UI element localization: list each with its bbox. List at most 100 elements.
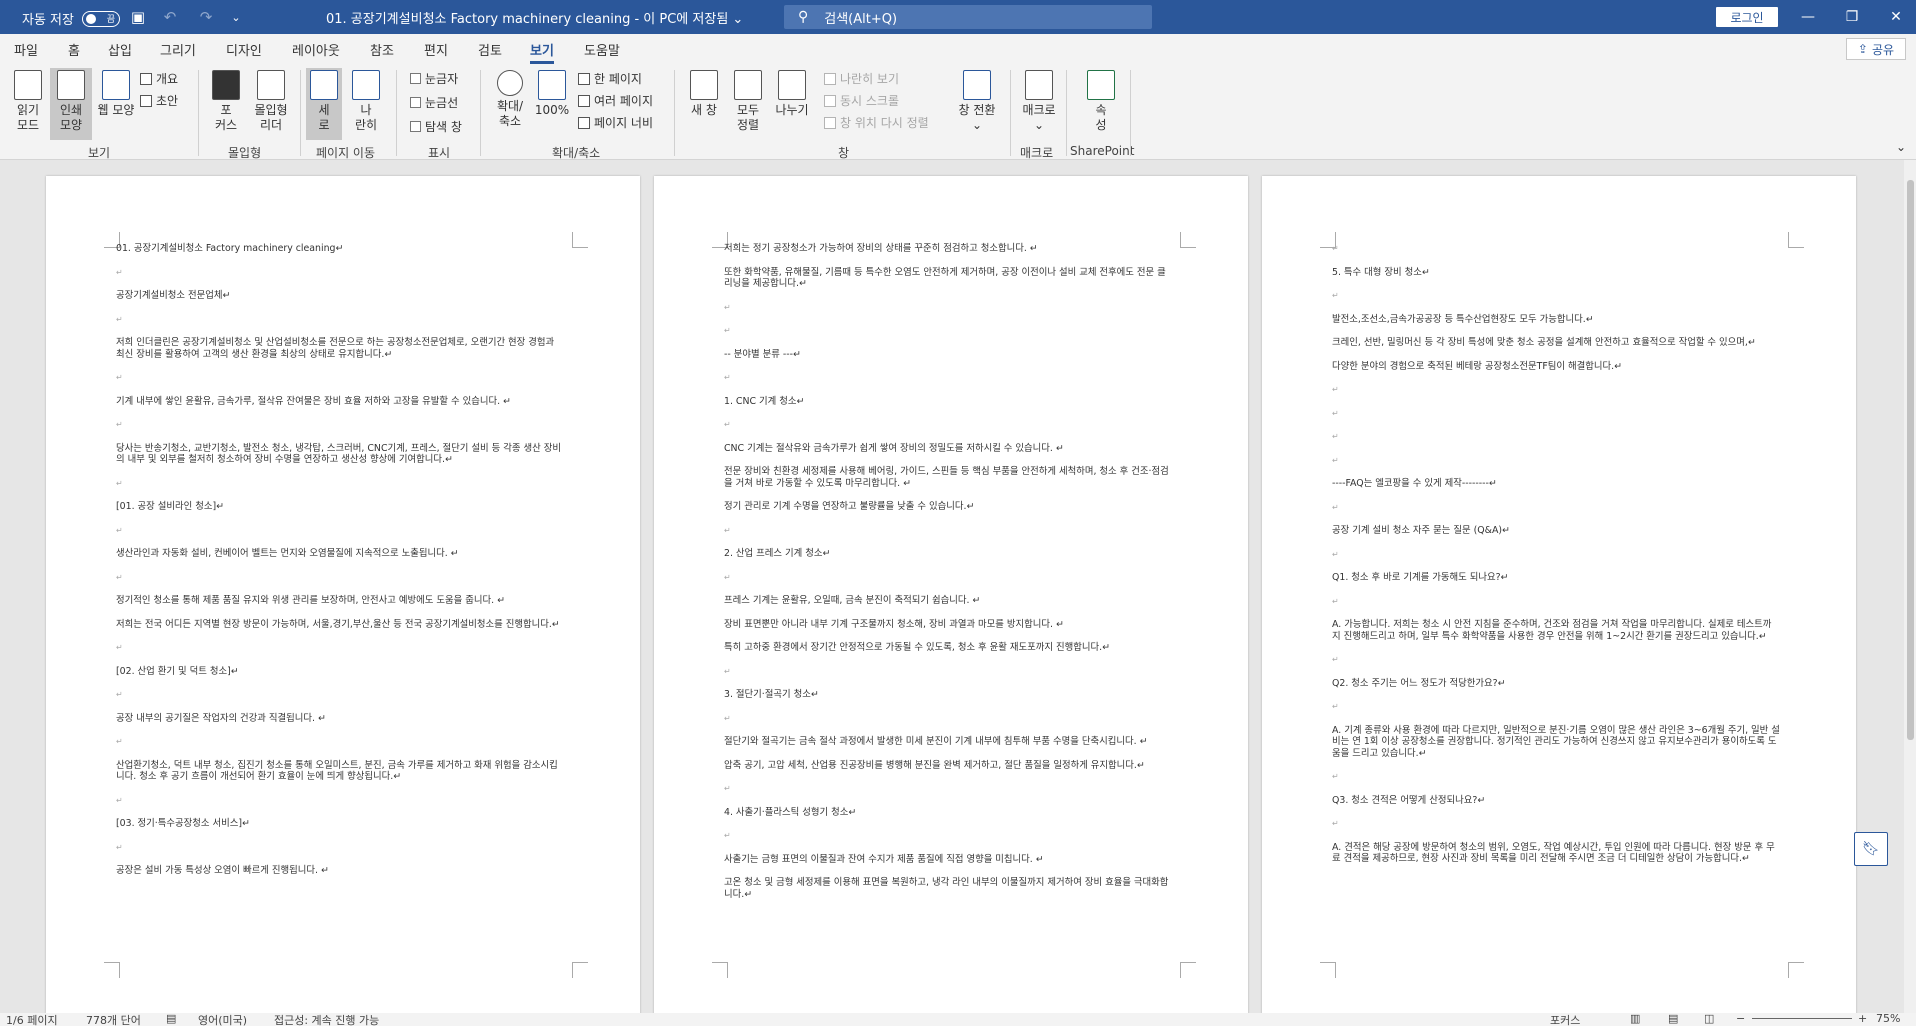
ruler-checkbox[interactable]: 눈금자 bbox=[410, 70, 458, 87]
paragraph[interactable]: 공장 내부의 공기질은 작업자의 건강과 직결됩니다. ↵ bbox=[116, 713, 564, 725]
paragraph[interactable] bbox=[724, 325, 1172, 337]
paragraph[interactable]: 고온 청소 및 금형 세정제를 이용해 표면을 복원하고, 냉각 라인 내부의 … bbox=[724, 877, 1172, 900]
paragraph[interactable]: 3. 절단기·절곡기 청소↵ bbox=[724, 689, 1172, 701]
search-input[interactable]: ⚲ 검색(Alt+Q) bbox=[784, 5, 1152, 29]
zoom-level[interactable]: 75% bbox=[1876, 1012, 1900, 1025]
paragraph[interactable]: 장비 표면뿐만 아니라 내부 기계 구조물까지 청소해, 장비 과열과 마모를 … bbox=[724, 619, 1172, 631]
paragraph[interactable] bbox=[1332, 455, 1780, 467]
paragraph[interactable]: 당사는 반송기청소, 교반기청소, 발전소 청소, 냉각탑, 스크러버, CNC… bbox=[116, 443, 564, 466]
paragraph[interactable] bbox=[1332, 243, 1780, 255]
paragraph[interactable]: CNC 기계는 절삭유와 금속가루가 쉽게 쌓여 장비의 정밀도를 저하시킬 수… bbox=[724, 443, 1172, 455]
outline-button[interactable]: 개요 bbox=[140, 70, 178, 87]
language-status[interactable]: 영어(미국) bbox=[198, 1012, 247, 1026]
paragraph[interactable]: Q2. 청소 주기는 어느 정도가 적당한가요?↵ bbox=[1332, 678, 1780, 690]
focus-button[interactable]: 포 커스 bbox=[210, 70, 242, 133]
close-icon[interactable]: ✕ bbox=[1884, 6, 1908, 28]
paragraph[interactable] bbox=[1332, 771, 1780, 783]
paragraph[interactable]: 01. 공장기계설비청소 Factory machinery cleaning↵ bbox=[116, 243, 564, 255]
paragraph[interactable]: 산업환기청소, 덕트 내부 청소, 집진기 청소를 통해 오일미스트, 분진, … bbox=[116, 760, 564, 783]
read-mode-button[interactable]: 읽기 모드 bbox=[10, 70, 46, 133]
paragraph[interactable] bbox=[724, 525, 1172, 537]
paragraph[interactable]: 크레인, 선반, 밀링머신 등 각 장비 특성에 맞춘 청소 공정을 설계해 안… bbox=[1332, 337, 1780, 349]
split-button[interactable]: 나누기 bbox=[772, 70, 812, 118]
paragraph[interactable]: 2. 산업 프레스 기계 청소↵ bbox=[724, 548, 1172, 560]
paragraph[interactable] bbox=[116, 795, 564, 807]
page-1-text[interactable]: 01. 공장기계설비청소 Factory machinery cleaning↵… bbox=[116, 243, 564, 889]
paragraph[interactable] bbox=[724, 713, 1172, 725]
paragraph[interactable]: A. 견적은 해당 공장에 방문하여 청소의 범위, 오염도, 작업 예상시간,… bbox=[1332, 842, 1780, 865]
multi-page-button[interactable]: 여러 페이지 bbox=[578, 92, 653, 109]
paragraph[interactable]: 사출기는 금형 표면의 이물질과 잔여 수지가 제품 품질에 직접 영향을 미칩… bbox=[724, 854, 1172, 866]
page-2-text[interactable]: 저희는 정기 공장청소가 가능하여 장비의 상태를 꾸준히 점검하고 청소합니다… bbox=[724, 243, 1172, 912]
one-page-button[interactable]: 한 페이지 bbox=[578, 70, 642, 87]
paragraph[interactable] bbox=[116, 842, 564, 854]
tab-file[interactable]: 파일 bbox=[14, 40, 38, 59]
paragraph[interactable] bbox=[724, 419, 1172, 431]
autosave-toggle[interactable]: 끔 bbox=[81, 10, 120, 27]
paragraph[interactable]: [02. 산업 환기 및 덕트 청소]↵ bbox=[116, 666, 564, 678]
document-title[interactable]: 01. 공장기계설비청소 Factory machinery cleaning … bbox=[326, 8, 743, 27]
paragraph[interactable]: 저희는 전국 어디든 지역별 현장 방문이 가능하며, 서울,경기,부산,울산 … bbox=[116, 619, 564, 631]
paragraph[interactable] bbox=[116, 642, 564, 654]
paragraph[interactable] bbox=[1332, 701, 1780, 713]
new-window-button[interactable]: 새 창 bbox=[686, 70, 722, 118]
undo-icon[interactable]: ↶ bbox=[160, 7, 180, 27]
paragraph[interactable] bbox=[724, 302, 1172, 314]
web-layout-button[interactable]: 웹 모양 bbox=[96, 70, 136, 118]
paragraph[interactable] bbox=[116, 267, 564, 279]
paragraph[interactable]: A. 기계 종류와 사용 환경에 따라 다르지만, 일반적으로 분진·기름 오염… bbox=[1332, 725, 1780, 760]
reset-window-button[interactable]: 창 위치 다시 정렬 bbox=[824, 114, 929, 131]
paragraph[interactable]: 정기 관리로 기계 수명을 연장하고 불량률을 낮출 수 있습니다.↵ bbox=[724, 501, 1172, 513]
autosave-toggle-group[interactable]: 자동 저장 끔 bbox=[22, 9, 120, 28]
restore-icon[interactable]: ❐ bbox=[1840, 6, 1864, 28]
word-count[interactable]: 778개 단어 bbox=[86, 1012, 141, 1026]
paragraph[interactable] bbox=[116, 736, 564, 748]
side-by-side-button[interactable]: 나 란히 bbox=[348, 70, 384, 133]
paragraph[interactable]: 저희는 정기 공장청소가 가능하여 장비의 상태를 꾸준히 점검하고 청소합니다… bbox=[724, 243, 1172, 255]
collapse-ribbon-icon[interactable]: ⌄ bbox=[1896, 140, 1906, 154]
minimize-icon[interactable]: — bbox=[1796, 6, 1820, 28]
draft-button[interactable]: 초안 bbox=[140, 92, 178, 109]
tab-mailings[interactable]: 편지 bbox=[424, 40, 448, 59]
paragraph[interactable]: 또한 화학약품, 유해물질, 기름때 등 특수한 오염도 안전하게 제거하며, … bbox=[724, 267, 1172, 290]
paragraph[interactable] bbox=[724, 666, 1172, 678]
share-button[interactable]: ⇪ 공유 bbox=[1846, 38, 1906, 60]
paragraph[interactable] bbox=[1332, 818, 1780, 830]
paragraph[interactable]: 압축 공기, 고압 세척, 산업용 진공장비를 병행해 분진을 완벽 제거하고,… bbox=[724, 760, 1172, 772]
properties-button[interactable]: 속 성 bbox=[1086, 70, 1116, 133]
tab-home[interactable]: 홈 bbox=[68, 40, 80, 59]
zoom-out-icon[interactable]: − bbox=[1736, 1012, 1745, 1025]
paragraph[interactable] bbox=[724, 830, 1172, 842]
accessibility-status[interactable]: 접근성: 계속 진행 가능 bbox=[274, 1012, 379, 1026]
tab-design[interactable]: 디자인 bbox=[226, 40, 262, 59]
paragraph[interactable]: 다양한 분야의 경험으로 축적된 베테랑 공장청소전문TF팀이 해결합니다.↵ bbox=[1332, 361, 1780, 373]
paragraph[interactable] bbox=[1332, 596, 1780, 608]
paragraph[interactable] bbox=[1332, 502, 1780, 514]
switch-window-button[interactable]: 창 전환 ⌄ bbox=[954, 70, 1000, 133]
paragraph[interactable] bbox=[1332, 384, 1780, 396]
paragraph[interactable] bbox=[116, 689, 564, 701]
page-2[interactable]: 저희는 정기 공장청소가 가능하여 장비의 상태를 꾸준히 점검하고 청소합니다… bbox=[654, 176, 1248, 1013]
scrollbar-thumb[interactable] bbox=[1907, 180, 1914, 740]
tab-layout[interactable]: 레이아웃 bbox=[292, 40, 340, 59]
page-width-button[interactable]: 페이지 너비 bbox=[578, 114, 653, 131]
paragraph[interactable]: 전문 장비와 친환경 세정제를 사용해 베어링, 가이드, 스핀들 등 핵심 부… bbox=[724, 466, 1172, 489]
login-button[interactable]: 로그인 bbox=[1716, 7, 1778, 27]
tab-view[interactable]: 보기 bbox=[530, 40, 554, 64]
paragraph[interactable]: 공장기계설비청소 전문업체↵ bbox=[116, 290, 564, 302]
nav-pane-checkbox[interactable]: 탐색 창 bbox=[410, 118, 462, 135]
paragraph[interactable] bbox=[1332, 408, 1780, 420]
redo-icon[interactable]: ↷ bbox=[196, 7, 216, 27]
paragraph[interactable]: ----FAQ는 엘코팡을 수 있게 제작--------↵ bbox=[1332, 478, 1780, 490]
paragraph[interactable]: -- 분야별 분류 ---↵ bbox=[724, 349, 1172, 361]
paragraph[interactable] bbox=[724, 572, 1172, 584]
zoom-button[interactable]: 확대/ 축소 bbox=[492, 70, 528, 129]
vertical-scrollbar[interactable] bbox=[1904, 160, 1916, 1013]
paragraph[interactable] bbox=[116, 372, 564, 384]
paragraph[interactable] bbox=[724, 372, 1172, 384]
page-3[interactable]: 5. 특수 대형 장비 청소↵ 발전소,조선소,금속가공공장 등 특수산업현장도 … bbox=[1262, 176, 1856, 1013]
proofing-icon[interactable]: ▤ bbox=[166, 1012, 176, 1025]
read-mode-icon[interactable]: ▥ bbox=[1630, 1012, 1640, 1025]
paragraph[interactable]: 5. 특수 대형 장비 청소↵ bbox=[1332, 267, 1780, 279]
paragraph[interactable] bbox=[116, 478, 564, 490]
